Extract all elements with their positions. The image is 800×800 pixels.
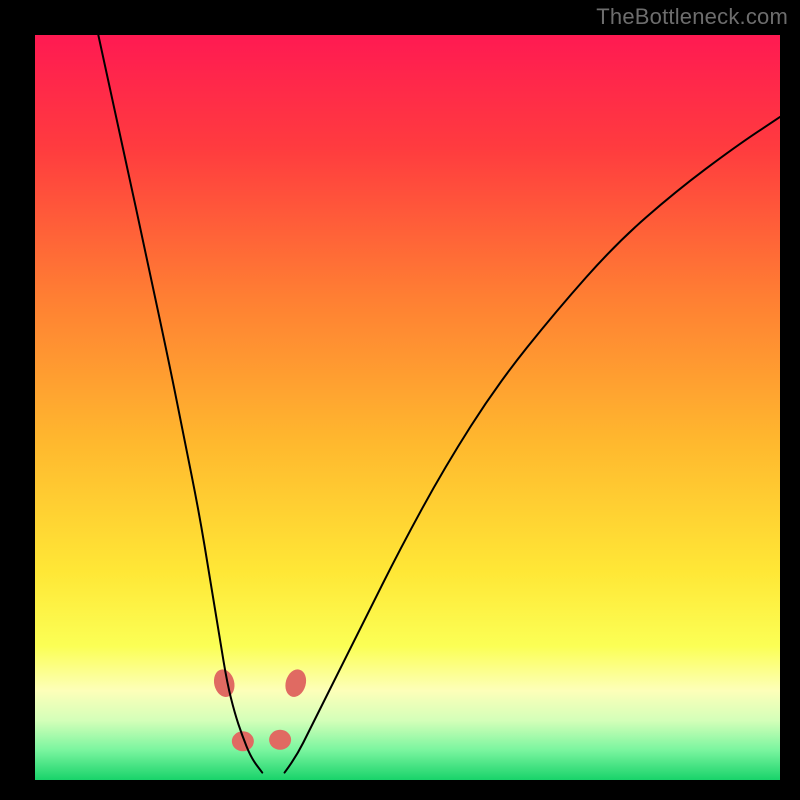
gradient-background [35,35,780,780]
watermark-text: TheBottleneck.com [596,4,788,30]
chart-svg [35,35,780,780]
frame: TheBottleneck.com [0,0,800,800]
marker-right-lower [269,730,291,750]
plot-area [35,35,780,780]
